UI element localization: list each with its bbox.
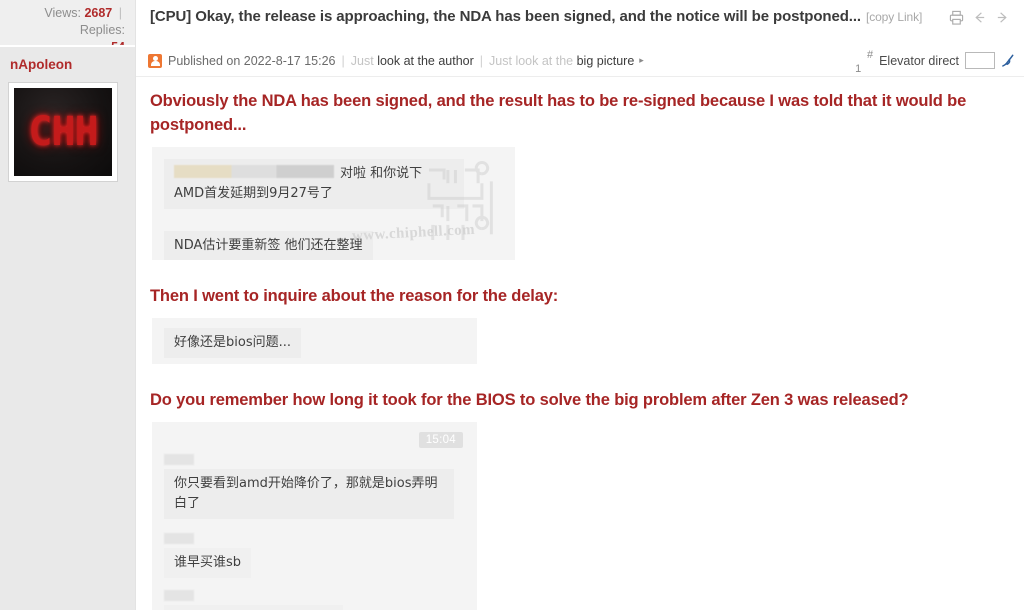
thread-topbar: Views: 2687 | Replies: 54 [CPU] Okay, th… — [0, 0, 1024, 54]
thread-stats: Views: 2687 | Replies: 54 — [0, 0, 135, 54]
post-column: Published on 2022-8-17 15:26 | Just look… — [135, 45, 1024, 610]
printer-icon[interactable] — [949, 10, 964, 25]
big-picture-prefix: Just look at the — [489, 53, 574, 68]
pen-icon[interactable] — [1001, 53, 1016, 68]
chat-bubble: NDA估计要重新签 他们还在整理 — [164, 231, 373, 260]
chat-bubble-text: 好像还是bios问题... — [174, 335, 291, 350]
chat-line: 花最多的钱，挨最毒的打 成就云玩家口中的amd yes — [152, 605, 477, 610]
arrow-right-icon[interactable] — [995, 10, 1010, 25]
published-prefix: Published on — [168, 53, 241, 68]
avatar-logo-text: CHH — [28, 109, 98, 155]
user-avatar-icon — [148, 53, 162, 68]
chat-bubble: 对啦 和你说下 AMD首发延期到9月27号了 — [164, 159, 464, 209]
copy-link-button[interactable]: [copy Link] — [866, 10, 922, 24]
thread-actions — [949, 8, 1010, 25]
floor-number: 1 — [855, 62, 862, 75]
post-content: Obviously the NDA has been signed, and t… — [136, 77, 1024, 610]
post-floor-controls: # 1 Elevator direct — [855, 48, 1016, 75]
author-name-link[interactable]: nApoleon — [0, 57, 135, 72]
views-count: 2687 — [84, 6, 113, 20]
forum-thread-page: Views: 2687 | Replies: 54 [CPU] Okay, th… — [0, 0, 1024, 610]
chat-line: 好像还是bios问题... — [152, 328, 477, 358]
chat-bubble: 你只要看到amd开始降价了，那就是bios弄明白了 — [164, 469, 454, 519]
chat-line: 对啦 和你说下 AMD首发延期到9月27号了 — [152, 159, 515, 209]
only-look-at-author-link[interactable]: look at the author — [377, 54, 474, 68]
elevator-direct-label: Elevator direct — [879, 53, 959, 68]
chat-bubble: 谁早买谁sb — [164, 548, 252, 578]
redacted-name — [164, 590, 194, 601]
chevron-right-icon: ▸ — [639, 55, 644, 65]
redacted-name — [164, 533, 194, 544]
chat-bubble-text: 谁早买谁sb — [174, 555, 242, 570]
chat-screenshot-nda[interactable]: 对啦 和你说下 AMD首发延期到9月27号了 NDA估计要重新签 他们还在整理 … — [152, 147, 515, 260]
chat-bubble-text: 你只要看到amd开始降价了，那就是bios弄明白了 — [174, 476, 438, 511]
redacted-name — [164, 454, 194, 465]
chat-line: 谁早买谁sb — [152, 548, 477, 578]
big-picture-link[interactable]: big picture — [577, 54, 635, 68]
meta-divider-2: | — [479, 53, 484, 68]
thread-title-bar: [CPU] Okay, the release is approaching, … — [135, 0, 1024, 45]
views-label: Views: — [44, 6, 81, 20]
published-date: 2022-8-17 15:26 — [243, 53, 336, 68]
chat-screenshot-zen3[interactable]: 15:04 你只要看到amd开始降价了，那就是bios弄明白了 谁早买谁sb 花… — [152, 422, 477, 610]
post-meta-bar: Published on 2022-8-17 15:26 | Just look… — [136, 45, 1024, 77]
replies-label: Replies: — [79, 23, 125, 37]
chat-bubble: 好像还是bios问题... — [164, 328, 301, 358]
chat-bubble: 花最多的钱，挨最毒的打 成就云玩家口中的amd yes — [164, 605, 344, 610]
page-title: [CPU] Okay, the release is approaching, … — [150, 8, 922, 25]
post-heading-2: Then I went to inquire about the reason … — [150, 287, 559, 305]
post-heading-3: Do you remember how long it took for the… — [150, 391, 909, 409]
stats-separator: | — [118, 6, 122, 20]
elevator-direct-input[interactable] — [965, 52, 995, 69]
redacted-block — [174, 165, 334, 178]
floor-number-badge: # 1 — [855, 48, 874, 75]
arrow-left-icon[interactable] — [972, 10, 987, 25]
post-body: nApoleon CHH Published on 2022-8-17 15:2… — [0, 45, 1024, 610]
only-author-prefix: Just — [350, 53, 374, 68]
avatar[interactable]: CHH — [8, 82, 118, 182]
chat-bubble-text: NDA估计要重新签 他们还在整理 — [174, 238, 363, 253]
meta-divider-1: | — [341, 53, 345, 68]
thread-title-text: [CPU] Okay, the release is approaching, … — [150, 8, 861, 25]
post-heading-1: Obviously the NDA has been signed, and t… — [150, 92, 967, 134]
avatar-image: CHH — [14, 88, 112, 176]
chat-line: 你只要看到amd开始降价了，那就是bios弄明白了 — [152, 469, 477, 519]
chat-line: NDA估计要重新签 他们还在整理 — [152, 231, 515, 260]
chat-screenshot-bios-reason[interactable]: 好像还是bios问题... — [152, 318, 477, 364]
floor-hash: # — [866, 48, 874, 61]
author-sidebar: nApoleon CHH — [0, 45, 135, 610]
chat-timestamp: 15:04 — [418, 432, 463, 448]
